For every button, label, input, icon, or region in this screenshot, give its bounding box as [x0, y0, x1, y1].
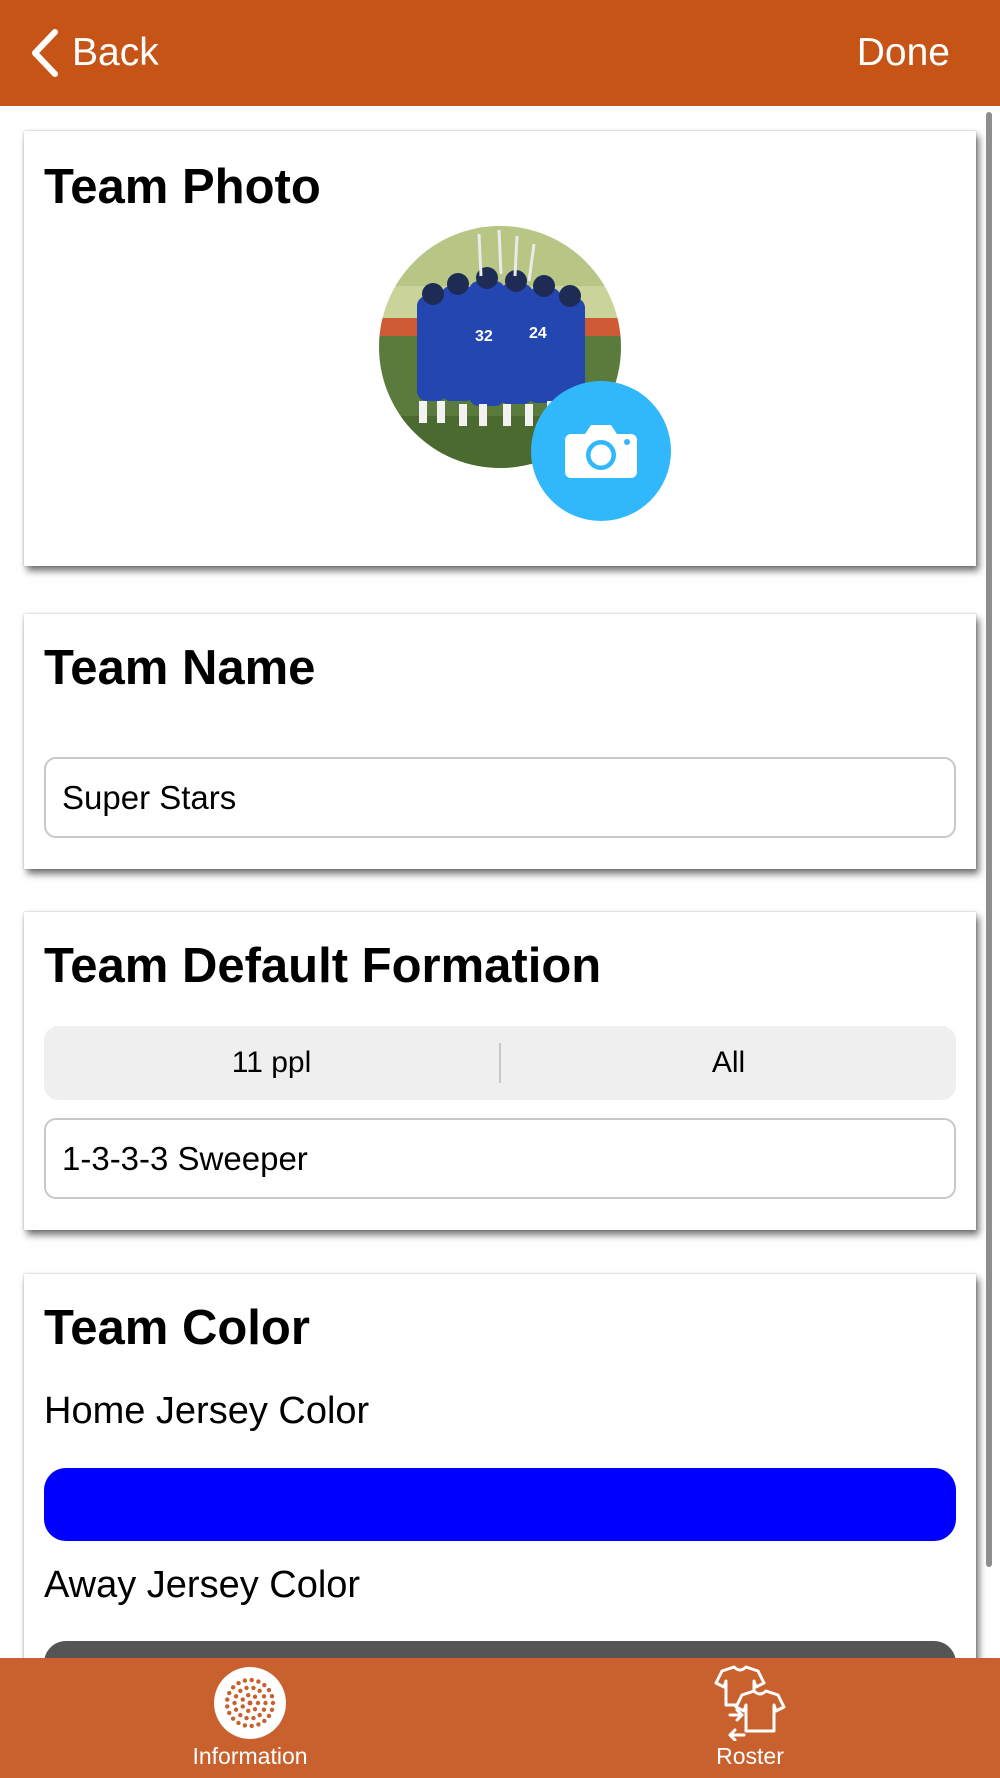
formation-select[interactable]: 1-3-3-3 Sweeper [44, 1118, 956, 1199]
formation-card: Team Default Formation 11 ppl All 1-3-3-… [24, 912, 976, 1230]
team-photo-title: Team Photo [44, 160, 321, 214]
navigation-bar: Back Done [0, 0, 1000, 106]
team-name-input[interactable]: Super Stars [44, 757, 956, 838]
tab-information-label: Information [192, 1743, 308, 1769]
segment-all[interactable]: All [501, 1046, 956, 1080]
svg-text:24: 24 [529, 325, 547, 342]
tab-information[interactable]: Information [150, 1658, 350, 1778]
tab-roster[interactable]: Roster [650, 1658, 850, 1778]
home-jersey-color-swatch[interactable] [44, 1468, 956, 1541]
team-photo-card: Team Photo 32 24 [24, 131, 976, 566]
segment-11-ppl[interactable]: 11 ppl [44, 1046, 499, 1080]
team-name-title: Team Name [44, 641, 316, 695]
camera-icon [565, 425, 637, 478]
home-jersey-color-label: Home Jersey Color [44, 1390, 370, 1432]
done-button[interactable]: Done [857, 22, 950, 84]
scroll-content[interactable]: Team Photo 32 24 Team Name Super Stars T… [0, 106, 1000, 1658]
back-button[interactable]: Back [28, 22, 159, 84]
away-jersey-color-swatch[interactable] [44, 1641, 956, 1658]
team-name-card: Team Name Super Stars [24, 614, 976, 869]
team-photo-area: 32 24 [379, 226, 671, 521]
jersey-swap-icon [714, 1665, 786, 1741]
tab-bar: Information Roster [0, 1658, 1000, 1778]
team-color-title: Team Color [44, 1301, 310, 1355]
team-color-card: Team Color Home Jersey Color Away Jersey… [24, 1274, 976, 1658]
svg-text:32: 32 [475, 328, 493, 345]
chevron-left-icon [32, 29, 58, 77]
player-count-segmented-control: 11 ppl All [44, 1026, 956, 1100]
formation-title: Team Default Formation [44, 939, 602, 993]
back-label: Back [72, 31, 159, 74]
tab-roster-label: Roster [716, 1743, 784, 1769]
camera-button[interactable] [531, 381, 671, 521]
soccer-ball-icon [214, 1667, 286, 1739]
scrollbar[interactable] [986, 112, 992, 1567]
away-jersey-color-label: Away Jersey Color [44, 1564, 361, 1606]
